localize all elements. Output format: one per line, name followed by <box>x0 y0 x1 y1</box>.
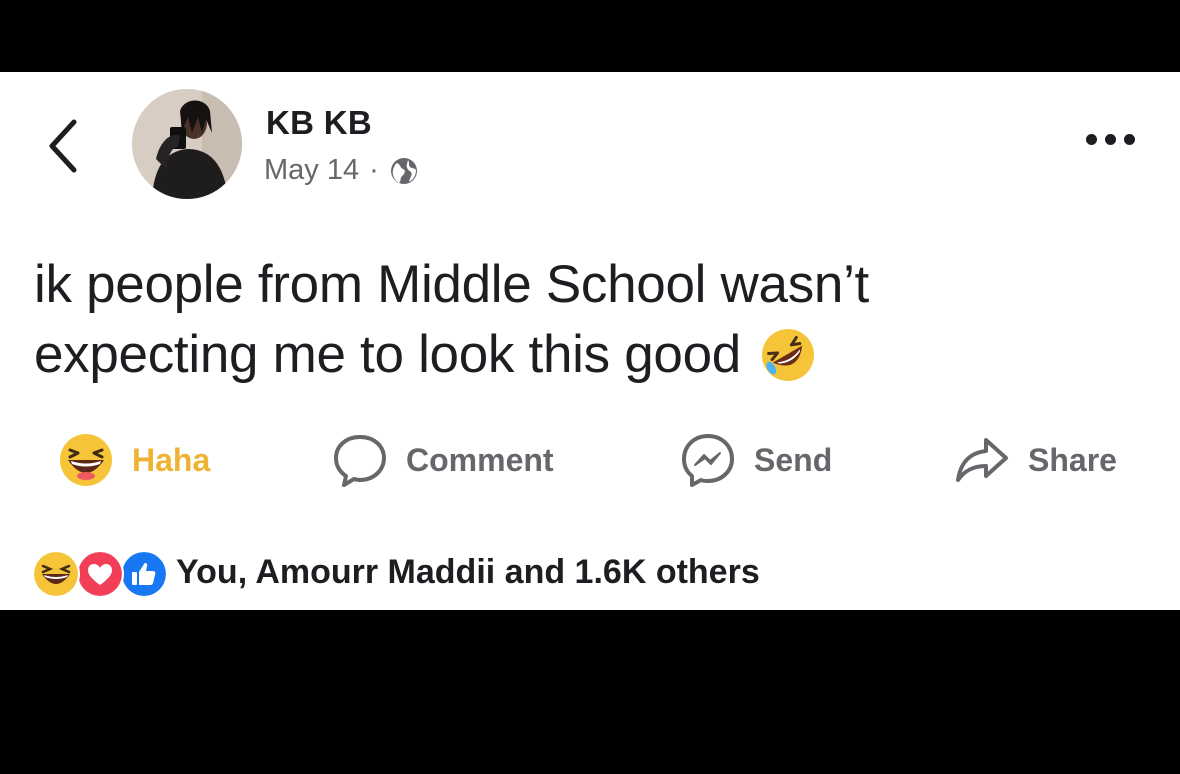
meta-separator: · <box>369 154 379 186</box>
reaction-icons <box>32 547 168 598</box>
avatar[interactable] <box>132 89 242 199</box>
haha-icon <box>32 550 80 598</box>
post-date[interactable]: May 14 <box>264 154 359 187</box>
post-text-line: ik people from Middle School wasn’t <box>34 255 869 314</box>
more-dot-icon <box>1086 134 1097 145</box>
author-name[interactable]: KB KB <box>266 104 372 142</box>
post-card: KB KB May 14 · ik people from Middle Sch… <box>0 72 1180 610</box>
post-text-line-wrap: expecting me to look this good <box>34 320 1034 390</box>
comment-label: Comment <box>406 441 554 478</box>
send-label: Send <box>754 441 833 478</box>
like-icon <box>120 550 168 598</box>
action-bar: Haha Comment Send Share <box>0 428 1180 492</box>
post-text-line: expecting me to look this good <box>34 325 741 384</box>
back-button[interactable] <box>40 116 88 176</box>
more-dot-icon <box>1105 134 1116 145</box>
rofl-emoji-icon <box>761 329 814 381</box>
send-button[interactable]: Send <box>680 428 832 492</box>
globe-icon <box>390 157 417 184</box>
post-meta: May 14 · <box>264 154 419 187</box>
love-icon <box>76 550 124 598</box>
chevron-left-icon <box>49 119 77 173</box>
haha-label: Haha <box>132 441 211 478</box>
more-options-button[interactable] <box>1086 134 1142 156</box>
post-text: ik people from Middle School wasn’t expe… <box>34 250 1034 390</box>
haha-button[interactable]: Haha <box>58 428 210 492</box>
more-dot-icon <box>1124 134 1135 145</box>
share-button[interactable]: Share <box>954 428 1117 492</box>
comment-icon <box>334 435 386 487</box>
avatar-photo <box>132 89 242 199</box>
share-icon <box>956 438 1008 482</box>
comment-button[interactable]: Comment <box>332 428 554 492</box>
share-label: Share <box>1028 441 1117 478</box>
reactions-summary[interactable]: You, Amourr Maddii and 1.6K others <box>32 544 760 600</box>
haha-icon <box>60 434 112 486</box>
messenger-icon <box>682 434 734 487</box>
reactions-count-text: You, Amourr Maddii and 1.6K others <box>176 552 760 591</box>
